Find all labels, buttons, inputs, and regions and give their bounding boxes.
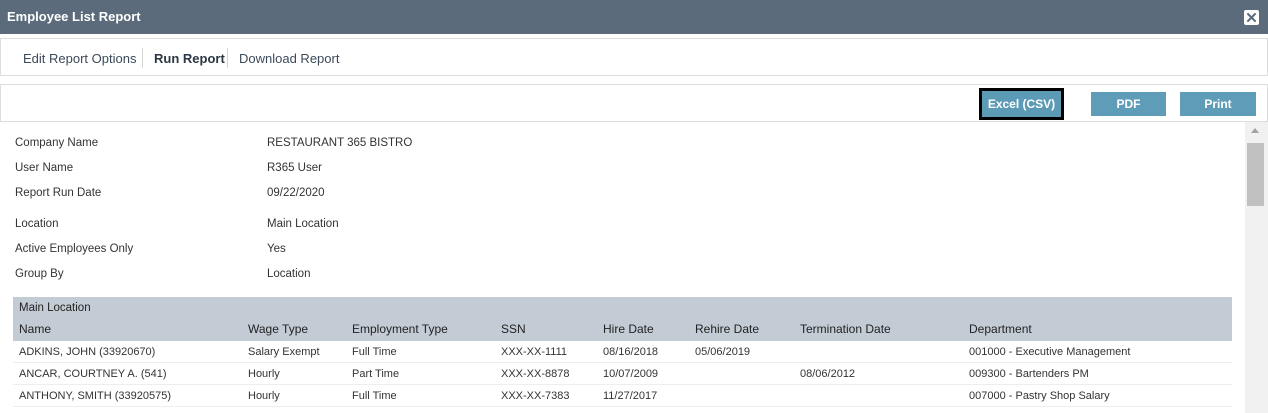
window-title: Employee List Report — [7, 9, 141, 24]
employee-table: Main Location Name Wage Type Employment … — [13, 297, 1232, 407]
tab-divider — [142, 48, 143, 68]
user-name-label: User Name — [15, 162, 74, 174]
cell-wage-type: Salary Exempt — [248, 346, 320, 358]
cell-name: ANCAR, COURTNEY A. (541) — [19, 368, 167, 380]
tab-divider — [227, 48, 228, 68]
table-row: ANTHONY, SMITH (33920575) Hourly Full Ti… — [13, 385, 1232, 407]
column-header-department[interactable]: Department — [969, 322, 1032, 336]
cell-department: 007000 - Pastry Shop Salary — [969, 390, 1110, 402]
company-name-label: Company Name — [15, 137, 99, 149]
cell-employment-type: Part Time — [352, 368, 400, 380]
column-header-termination-date[interactable]: Termination Date — [800, 322, 891, 336]
cell-name: ANTHONY, SMITH (33920575) — [19, 390, 172, 402]
cell-hire-date: 11/27/2017 — [603, 390, 658, 402]
cell-hire-date: 10/07/2009 — [603, 368, 659, 380]
group-by-value: Location — [267, 268, 311, 280]
group-header: Main Location — [13, 297, 1232, 319]
tab-edit-report-options[interactable]: Edit Report Options — [23, 51, 136, 66]
report-run-date-label: Report Run Date — [15, 187, 102, 199]
cell-department: 009300 - Bartenders PM — [969, 368, 1089, 380]
chevron-up-icon[interactable] — [1251, 128, 1259, 133]
group-by-label: Group By — [15, 268, 64, 280]
report-tabs: Edit Report Options Run Report Download … — [0, 38, 1268, 76]
cell-ssn: XXX-XX-8878 — [501, 368, 570, 380]
column-header-ssn[interactable]: SSN — [501, 322, 526, 336]
cell-ssn: XXX-XX-7383 — [501, 390, 570, 402]
close-button[interactable] — [1244, 10, 1259, 25]
cell-hire-date: 08/16/2018 — [603, 346, 659, 358]
close-icon — [1247, 13, 1256, 22]
active-employees-label: Active Employees Only — [15, 243, 134, 255]
excel-csv-button[interactable]: Excel (CSV) — [979, 88, 1064, 120]
cell-employment-type: Full Time — [352, 346, 397, 358]
report-run-date-value: 09/22/2020 — [267, 187, 325, 199]
cell-department: 001000 - Executive Management — [969, 346, 1131, 358]
window-titlebar: Employee List Report — [0, 0, 1268, 34]
tab-download-report[interactable]: Download Report — [239, 51, 339, 66]
vertical-scrollbar[interactable] — [1245, 122, 1268, 413]
cell-rehire-date: 05/06/2019 — [695, 346, 751, 358]
cell-ssn: XXX-XX-1111 — [501, 346, 568, 358]
active-employees-value: Yes — [267, 243, 286, 255]
column-header-rehire-date[interactable]: Rehire Date — [695, 322, 759, 336]
location-label: Location — [15, 218, 59, 230]
column-header-hire-date[interactable]: Hire Date — [603, 322, 654, 336]
location-value: Main Location — [267, 218, 339, 230]
export-toolbar: Excel (CSV) PDF Print — [0, 84, 1268, 122]
group-title: Main Location — [19, 302, 91, 314]
cell-termination-date: 08/06/2012 — [800, 368, 856, 380]
cell-name: ADKINS, JOHN (33920670) — [19, 346, 156, 358]
column-header-name[interactable]: Name — [19, 322, 51, 336]
tab-run-report[interactable]: Run Report — [154, 51, 225, 66]
user-name-value: R365 User — [267, 162, 322, 174]
pdf-button[interactable]: PDF — [1091, 92, 1166, 116]
column-header-employment-type[interactable]: Employment Type — [352, 322, 448, 336]
print-button[interactable]: Print — [1180, 92, 1256, 116]
table-row: ANCAR, COURTNEY A. (541) Hourly Part Tim… — [13, 363, 1232, 385]
cell-wage-type: Hourly — [248, 390, 280, 402]
cell-employment-type: Full Time — [352, 390, 397, 402]
scrollbar-thumb[interactable] — [1247, 143, 1264, 206]
column-header-row: Name Wage Type Employment Type SSN Hire … — [13, 319, 1232, 341]
table-row: ADKINS, JOHN (33920670) Salary Exempt Fu… — [13, 341, 1232, 363]
company-name-value: RESTAURANT 365 BISTRO — [267, 137, 413, 149]
column-header-wage-type[interactable]: Wage Type — [248, 322, 308, 336]
cell-wage-type: Hourly — [248, 368, 280, 380]
report-content: Company Name RESTAURANT 365 BISTRO User … — [0, 122, 1245, 413]
